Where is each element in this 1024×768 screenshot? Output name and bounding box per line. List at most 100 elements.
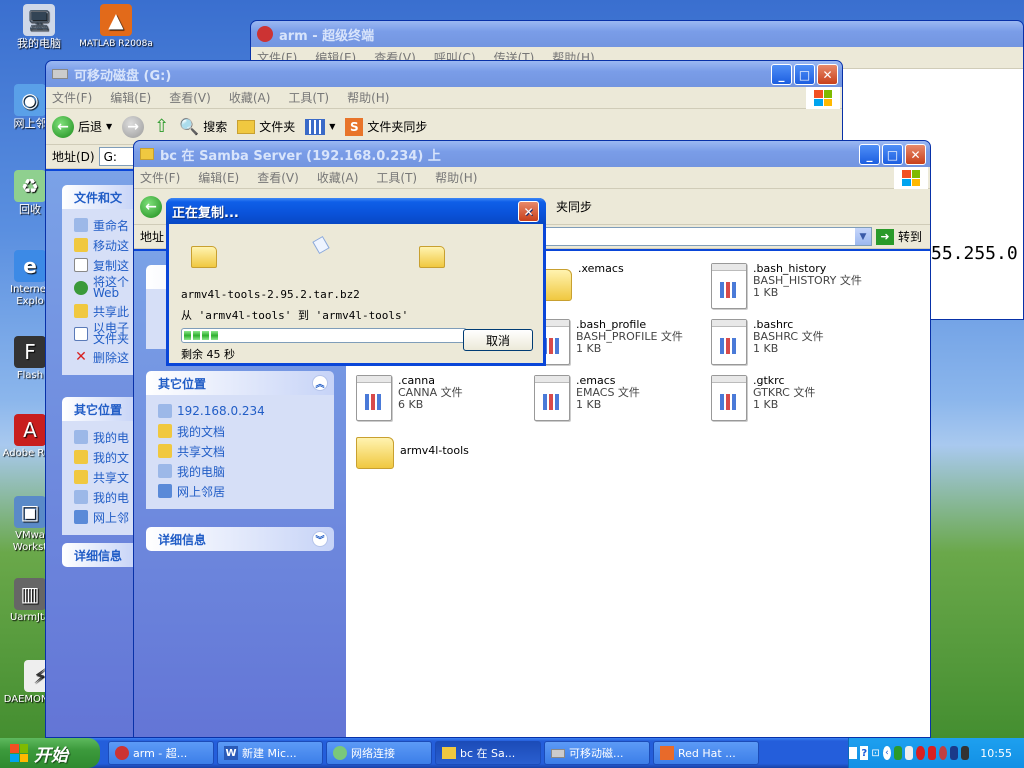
folders-button[interactable]: 文件夹	[237, 118, 295, 135]
expand-chevron-icon[interactable]: ︾	[312, 531, 328, 547]
folder-icon	[74, 470, 88, 484]
g-details-header[interactable]: 详细信息	[62, 543, 136, 567]
tray-options-icon[interactable]: ⊡	[871, 748, 879, 759]
copy-dialog[interactable]: 正在复制... ✕ armv4l-tools-2.95.2.tar.bz2 从 …	[166, 198, 546, 366]
task-delete[interactable]: ✕ 删除这	[74, 347, 136, 367]
file-item[interactable]: .bashrc BASHRC 文件 1 KB	[711, 319, 881, 365]
menu-favorites[interactable]: 收藏(A)	[229, 89, 271, 106]
window-title: arm - 超级终端	[279, 28, 375, 44]
back-button[interactable]: ← 后退 ▼	[52, 115, 112, 138]
file-item[interactable]: .xemacs	[534, 263, 704, 301]
menu-edit[interactable]: 编辑(E)	[110, 89, 151, 106]
g-place-shared-documents[interactable]: 共享文	[74, 467, 136, 487]
task-share[interactable]: 共享此	[74, 301, 136, 321]
place-samba-server[interactable]: 192.168.0.234	[158, 401, 324, 421]
file-item[interactable]: .emacs EMACS 文件 1 KB	[534, 375, 704, 421]
g-place-my-computer[interactable]: 我的电	[74, 427, 136, 447]
up-button[interactable]: ⇧	[154, 116, 169, 137]
flying-document-icon	[312, 235, 330, 255]
clock[interactable]: 10:55	[980, 747, 1012, 760]
file-item[interactable]: .bash_history BASH_HISTORY 文件 1 KB	[711, 263, 881, 309]
task-move[interactable]: 移动这	[74, 235, 136, 255]
details-header[interactable]: 详细信息 ︾	[146, 527, 334, 551]
taskbar-item[interactable]: Red Hat ...	[653, 741, 759, 765]
file-tasks-header[interactable]: 文件和文	[62, 185, 136, 209]
network-tray-icon[interactable]	[961, 746, 970, 760]
desktop-icon-matlab[interactable]: ▲ MATLAB R2008a	[78, 4, 154, 50]
taskbar-item[interactable]: 网络连接	[326, 741, 432, 765]
maximize-button[interactable]: □	[882, 144, 903, 165]
place-my-documents[interactable]: 我的文档	[158, 421, 324, 441]
forward-button[interactable]: →	[122, 115, 145, 138]
file-item[interactable]: armv4l-tools	[356, 431, 526, 469]
collapse-chevron-icon[interactable]: ︽	[312, 375, 328, 391]
menu-favorites[interactable]: 收藏(A)	[317, 169, 359, 186]
menu-edit[interactable]: 编辑(E)	[198, 169, 239, 186]
arm-terminal-titlebar[interactable]: arm - 超级终端	[251, 21, 1023, 47]
document-icon	[711, 375, 747, 421]
folder-sync-button[interactable]: 夹同步	[556, 198, 592, 215]
menu-file[interactable]: 文件(F)	[140, 169, 180, 186]
g-other-places-header[interactable]: 其它位置	[62, 397, 136, 421]
search-button[interactable]: 🔍 搜索	[179, 117, 227, 136]
other-places-header[interactable]: 其它位置 ︽	[146, 371, 334, 395]
g-place-my-documents[interactable]: 我的文	[74, 447, 136, 467]
g-place-my-computer-2[interactable]: 我的电	[74, 487, 136, 507]
taskbar-item[interactable]: arm - 超...	[108, 741, 214, 765]
tray-app-icon[interactable]	[916, 746, 925, 760]
tray-app-icon[interactable]	[938, 746, 947, 760]
start-button[interactable]: 开始	[0, 738, 100, 768]
folder-sync-button[interactable]: S 文件夹同步	[345, 117, 427, 136]
minimize-button[interactable]: _	[859, 144, 880, 165]
file-item[interactable]: .gtkrc GTKRC 文件 1 KB	[711, 375, 881, 421]
place-network[interactable]: 网上邻居	[158, 481, 324, 501]
g-place-network[interactable]: 网上邻	[74, 507, 136, 527]
desktop-icon-my-computer[interactable]: 🖥 我的电脑	[0, 4, 78, 50]
back-button[interactable]: ←	[140, 195, 162, 218]
taskbar-item[interactable]: 可移动磁...	[544, 741, 650, 765]
taskbar-item[interactable]: bc 在 Sa...	[435, 741, 541, 765]
globe-icon	[74, 281, 88, 295]
menu-view[interactable]: 查看(V)	[169, 89, 211, 106]
tray-app-icon[interactable]	[927, 746, 936, 760]
tray-app-icon[interactable]	[905, 746, 914, 760]
file-item[interactable]: .bash_profile BASH_PROFILE 文件 1 KB	[534, 319, 704, 365]
close-button[interactable]: ✕	[518, 201, 539, 222]
minimize-button[interactable]: _	[771, 64, 792, 85]
language-bar-icon[interactable]	[849, 747, 858, 759]
taskbar-item[interactable]: W 新建 Mic...	[217, 741, 323, 765]
views-button[interactable]: ▼	[305, 118, 335, 135]
menu-tools[interactable]: 工具(T)	[376, 169, 417, 186]
place-shared-documents[interactable]: 共享文档	[158, 441, 324, 461]
maximize-button[interactable]: □	[794, 64, 815, 85]
menu-file[interactable]: 文件(F)	[52, 89, 92, 106]
close-button[interactable]: ✕	[905, 144, 926, 165]
document-icon	[534, 375, 570, 421]
removable-disk-titlebar[interactable]: 可移动磁盘 (G:) _ □ ✕	[46, 61, 842, 87]
menu-tools[interactable]: 工具(T)	[288, 89, 329, 106]
forward-arrow-icon: →	[122, 115, 145, 138]
task-email[interactable]: 以电子 文件夹	[74, 321, 136, 347]
task-copy[interactable]: 复制这	[74, 255, 136, 275]
tray-app-icon[interactable]	[949, 746, 959, 760]
tray-app-icon[interactable]	[893, 746, 903, 760]
cancel-button[interactable]: 取消	[463, 329, 533, 351]
go-button[interactable]: ➜ 转到	[875, 228, 922, 245]
samba-titlebar[interactable]: bc 在 Samba Server (192.168.0.234) 上 _ □ …	[134, 141, 930, 167]
file-item[interactable]: .canna CANNA 文件 6 KB	[356, 375, 526, 421]
computer-icon	[158, 464, 172, 478]
menu-help[interactable]: 帮助(H)	[347, 89, 389, 106]
other-places-body: 192.168.0.234 我的文档 共享文档 我的电脑 网上邻居	[146, 395, 334, 509]
copy-dialog-titlebar[interactable]: 正在复制... ✕	[166, 198, 546, 224]
close-button[interactable]: ✕	[817, 64, 838, 85]
task-publish-web[interactable]: 将这个 Web	[74, 275, 136, 301]
menu-help[interactable]: 帮助(H)	[435, 169, 477, 186]
show-hidden-icons-button[interactable]: ‹	[882, 746, 891, 760]
task-rename[interactable]: 重命名	[74, 215, 136, 235]
menu-view[interactable]: 查看(V)	[257, 169, 299, 186]
copy-filename: armv4l-tools-2.95.2.tar.bz2	[181, 288, 360, 301]
place-my-computer[interactable]: 我的电脑	[158, 461, 324, 481]
matlab-icon: ▲	[100, 4, 132, 36]
help-icon[interactable]: ?	[860, 746, 869, 760]
address-dropdown-icon[interactable]: ▼	[854, 228, 871, 245]
